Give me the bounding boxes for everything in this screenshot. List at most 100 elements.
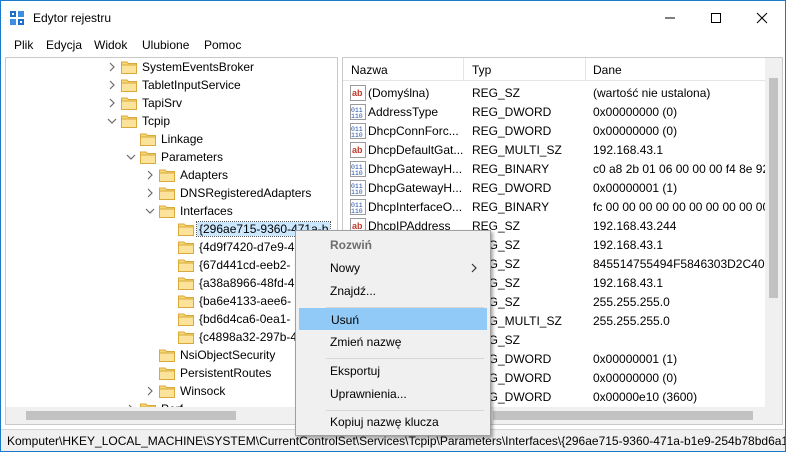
menu-delete[interactable]: Usuń [299, 308, 487, 330]
value-type: REG_MULTI_SZ [472, 143, 562, 157]
folder-icon [178, 277, 194, 290]
value-data: 0x00000001 (1) [593, 181, 678, 195]
column-type-header[interactable]: Typ [472, 63, 491, 77]
maximize-button[interactable] [693, 1, 739, 35]
string-value-icon: ab [350, 142, 366, 158]
menu-new[interactable]: Nowy [299, 257, 487, 279]
tree-item-label: NsiObjectSecurity [180, 348, 276, 362]
column-name-header[interactable]: Nazwa [351, 63, 388, 77]
menu-view[interactable]: Widok [94, 38, 127, 52]
registry-editor-icon [10, 11, 24, 25]
value-data: c0 a8 2b 01 06 00 00 00 f4 8e 92 7f [593, 162, 768, 176]
tree-item-label: Parameters [161, 150, 224, 164]
tree-item-label: Adapters [180, 168, 229, 182]
folder-icon [178, 313, 194, 326]
tree-item-label: Linkage [161, 132, 204, 146]
menu-edit[interactable]: Edycja [46, 38, 82, 52]
column-divider[interactable] [585, 58, 586, 81]
folder-icon [121, 79, 137, 92]
folder-icon [178, 331, 194, 344]
value-data: 0x00000e10 (3600) [593, 390, 698, 404]
folder-icon [159, 205, 175, 218]
chevron-down-icon[interactable] [126, 151, 136, 163]
folder-icon [140, 151, 156, 164]
menu-copy-key-name[interactable]: Kopiuj nazwę klucza [299, 411, 487, 433]
column-data-header[interactable]: Dane [593, 63, 622, 77]
context-menu: Rozwiń Nowy Znajdź... Usuń Zmień nazwę E… [295, 230, 491, 436]
menu-rename[interactable]: Zmień nazwę [299, 331, 487, 353]
folder-icon [121, 97, 137, 110]
menu-export[interactable]: Eksportuj [299, 360, 487, 382]
value-type: REG_BINARY [472, 162, 550, 176]
tree-item-label: {4d9f7420-d7e9-4 [199, 240, 295, 254]
menu-permissions[interactable]: Uprawnienia... [299, 383, 487, 405]
tree-item-label: Winsock [180, 384, 226, 398]
menu-favorites[interactable]: Ulubione [142, 38, 189, 52]
close-icon [756, 12, 768, 24]
column-header: Nazwa Typ Dane [343, 58, 782, 81]
folder-icon [121, 61, 137, 74]
value-name: DhcpDefaultGat... [368, 143, 463, 157]
chevron-down-icon[interactable] [107, 115, 117, 127]
menu-file[interactable]: Plik [14, 38, 33, 52]
values-scroll-thumb[interactable] [769, 78, 778, 298]
tree-item-label: DNSRegisteredAdapters [180, 186, 312, 200]
value-data: 255.255.255.0 [593, 295, 670, 309]
value-data: 0x00000000 (0) [593, 371, 678, 385]
value-name: DhcpInterfaceO... [368, 200, 463, 214]
key-tree-pane[interactable]: SystemEventsBroker TabletInputService Tapi… [5, 57, 338, 425]
value-type: REG_BINARY [472, 200, 550, 214]
tree-item-label: {bd6d4ca6-0ea1- [199, 312, 291, 326]
value-row[interactable]: 011 110 DhcpInterfaceO... REG_BINARY fc 00 0… [343, 197, 782, 216]
chevron-right-icon[interactable] [107, 97, 117, 109]
value-data: 192.168.43.1 [593, 143, 664, 157]
value-data: 845514755494F5846303D2C40343 [593, 257, 768, 271]
svg-text:110: 110 [351, 132, 363, 139]
folder-icon [140, 133, 156, 146]
chevron-right-icon[interactable] [107, 61, 117, 73]
chevron-right-icon[interactable] [145, 385, 155, 397]
value-data: 0x00000001 (1) [593, 352, 678, 366]
tree-item-label: Interfaces [180, 204, 233, 218]
values-vertical-scrollbar[interactable] [765, 58, 782, 424]
svg-text:110: 110 [351, 113, 363, 120]
title-bar[interactable]: Edytor rejestru [1, 1, 785, 35]
value-row[interactable]: 011 110 DhcpGatewayH... REG_DWORD 0x00000001… [343, 178, 782, 197]
value-row[interactable]: ab DhcpDefaultGat... REG_MULTI_SZ 192.168.4… [343, 140, 782, 159]
value-type: REG_SZ [472, 86, 521, 100]
value-name: DhcpGatewayH... [368, 181, 463, 195]
registry-editor-window: Edytor rejestru Plik Edycja Widok Ulubio… [0, 0, 786, 452]
value-row[interactable]: 011 110 AddressType REG_DWORD 0x00000000 (0) [343, 102, 782, 121]
tree-item-label: Tcpip [142, 114, 171, 128]
menu-expand[interactable]: Rozwiń [299, 234, 487, 256]
value-row[interactable]: 011 110 DhcpGatewayH... REG_BINARY c0 a8 2b … [343, 159, 782, 178]
folder-icon [178, 295, 194, 308]
values-scroll-thumb-h[interactable] [493, 411, 753, 420]
binary-value-icon: 011110 [350, 199, 366, 215]
value-data: 192.168.43.244 [593, 219, 677, 233]
chevron-right-icon[interactable] [107, 79, 117, 91]
chevron-right-icon[interactable] [145, 187, 155, 199]
value-data: 255.255.255.0 [593, 314, 670, 328]
chevron-down-icon[interactable] [145, 205, 155, 217]
minimize-button[interactable] [647, 1, 693, 35]
tree-scroll-thumb[interactable] [26, 411, 236, 420]
window-title: Edytor rejestru [33, 11, 112, 25]
value-data: (wartość nie ustalona) [593, 86, 711, 100]
folder-icon [178, 241, 194, 254]
column-divider[interactable] [463, 58, 464, 81]
value-type: REG_DWORD [472, 181, 552, 195]
value-row[interactable]: ab (Domyślna) REG_SZ (wartość nie ustalona) [343, 83, 782, 102]
chevron-right-icon[interactable] [145, 169, 155, 181]
tree-item-label: PersistentRoutes [180, 366, 272, 380]
registry-path: Komputer\HKEY_LOCAL_MACHINE\SYSTEM\Curre… [7, 434, 786, 448]
menu-help[interactable]: Pomoc [204, 38, 241, 52]
folder-icon [159, 169, 175, 182]
value-row[interactable]: 011 110 DhcpConnForc... REG_DWORD 0x00000000… [343, 121, 782, 140]
tree-horizontal-scrollbar[interactable] [6, 407, 337, 424]
maximize-icon [711, 13, 721, 23]
menu-find[interactable]: Znajdź... [299, 280, 487, 302]
close-button[interactable] [739, 1, 785, 35]
svg-text:ab: ab [352, 88, 363, 98]
value-data: 0x00000000 (0) [593, 124, 678, 138]
